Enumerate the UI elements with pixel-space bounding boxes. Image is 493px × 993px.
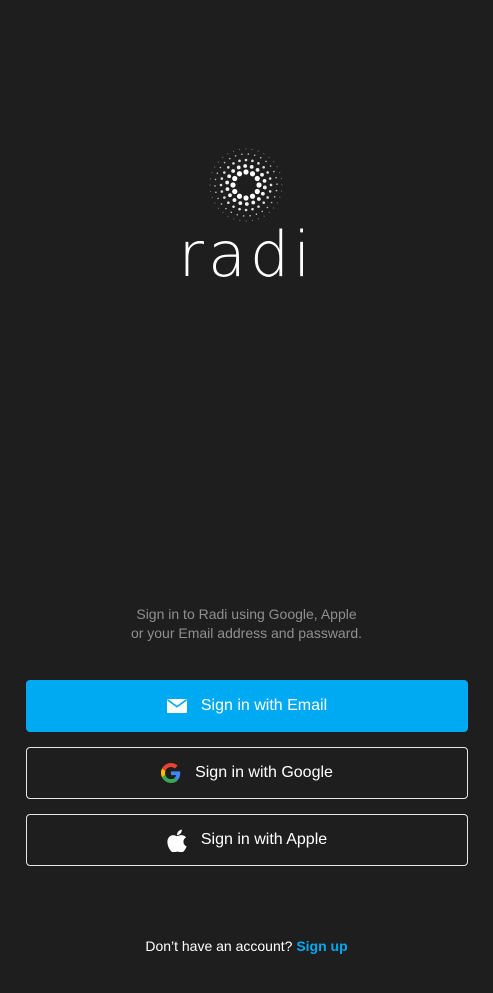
sign-in-google-button[interactable]: Sign in with Google (26, 747, 468, 799)
mail-icon (166, 699, 187, 713)
sign-in-apple-button[interactable]: Sign in with Apple (26, 814, 468, 866)
sign-in-description-line-2: or your Email address and passward. (130, 625, 363, 641)
sign-up-question: Don’t have an account? (145, 938, 293, 954)
radi-logo-icon (209, 148, 283, 222)
sign-up-link[interactable]: Sign up (296, 938, 347, 954)
app-wordmark: radi (178, 218, 315, 291)
google-icon (161, 763, 181, 783)
sign-in-description-line-1: Sign in to Radi using Google, Apple (136, 606, 357, 622)
sign-in-email-label: Sign in with Email (200, 697, 328, 714)
sign-in-google-label: Sign in with Google (195, 764, 333, 781)
sign-in-apple-label: Sign in with Apple (200, 831, 328, 848)
sign-in-email-button[interactable]: Sign in with Email (26, 680, 468, 732)
apple-icon (167, 828, 187, 852)
sign-up-prompt: Don’t have an account? Sign up (0, 938, 493, 954)
sign-in-description: Sign in to Radi using Google, Apple or y… (0, 605, 493, 643)
